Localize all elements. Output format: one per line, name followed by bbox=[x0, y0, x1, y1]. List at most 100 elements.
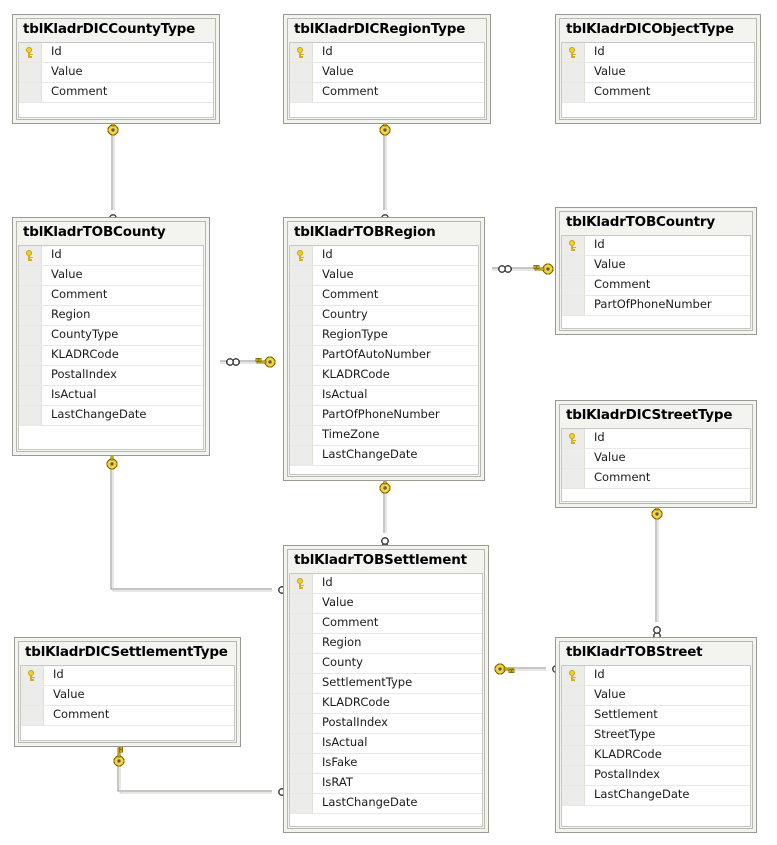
field-row[interactable]: Id bbox=[19, 245, 203, 266]
table-tblKladrDICSettlementType[interactable]: tblKladrDICSettlementType Id Value Comment bbox=[14, 637, 241, 747]
field-row[interactable]: LastChangeDate bbox=[19, 405, 203, 426]
field-row[interactable]: Comment bbox=[562, 468, 750, 489]
primary-key-gutter bbox=[562, 235, 585, 255]
field-row[interactable]: PostalIndex bbox=[19, 365, 203, 386]
field-row[interactable]: Comment bbox=[290, 613, 482, 634]
field-list: Id Value Comment bbox=[289, 41, 485, 118]
field-row[interactable]: PartOfPhoneNumber bbox=[290, 405, 478, 426]
field-row[interactable]: KLADRCode bbox=[290, 365, 478, 386]
field-row[interactable]: Id bbox=[290, 245, 478, 266]
field-row[interactable]: Value bbox=[290, 265, 478, 286]
field-row[interactable]: PostalIndex bbox=[290, 713, 482, 734]
field-row-empty[interactable] bbox=[19, 102, 213, 118]
field-row[interactable]: PostalIndex bbox=[562, 765, 750, 786]
relationship-regiontype-region[interactable] bbox=[379, 115, 391, 228]
field-row[interactable]: Value bbox=[19, 62, 213, 83]
table-tblKladrTOBStreet[interactable]: tblKladrTOBStreet Id Value Settlement Street… bbox=[555, 637, 757, 833]
field-row[interactable]: Id bbox=[19, 42, 213, 63]
field-name: KLADRCode bbox=[594, 747, 662, 762]
table-tblKladrDICCountyType[interactable]: tblKladrDICCountyType Id Value Comment bbox=[12, 14, 220, 124]
field-row[interactable]: Value bbox=[562, 685, 750, 706]
field-row[interactable]: Id bbox=[21, 665, 234, 686]
field-row[interactable]: KLADRCode bbox=[290, 693, 482, 714]
field-row[interactable]: KLADRCode bbox=[19, 345, 203, 366]
field-row[interactable]: LastChangeDate bbox=[290, 793, 482, 814]
field-row[interactable]: Comment bbox=[19, 82, 213, 103]
field-row-empty[interactable] bbox=[290, 465, 478, 475]
field-row[interactable]: Id bbox=[562, 428, 750, 449]
table-body: tblKladrDICSettlementType Id Value Comment bbox=[18, 641, 237, 743]
relationship-countytype-county[interactable] bbox=[107, 115, 119, 228]
field-row[interactable]: PartOfAutoNumber bbox=[290, 345, 478, 366]
relationship-region-county[interactable] bbox=[220, 356, 276, 368]
table-title: tblKladrTOBCounty bbox=[23, 224, 166, 240]
field-row[interactable]: Value bbox=[21, 685, 234, 706]
field-row[interactable]: Value bbox=[562, 448, 750, 469]
field-row[interactable]: Id bbox=[562, 42, 754, 63]
table-tblKladrDICRegionType[interactable]: tblKladrDICRegionType Id Value Comment bbox=[283, 14, 491, 124]
relationship-county-settlement[interactable] bbox=[106, 449, 292, 594]
field-row[interactable]: RegionType bbox=[290, 325, 478, 346]
field-row-empty[interactable] bbox=[290, 102, 484, 118]
field-row[interactable]: IsFake bbox=[290, 753, 482, 774]
field-row[interactable]: Country bbox=[290, 305, 478, 326]
key-icon bbox=[568, 669, 579, 681]
field-gutter bbox=[290, 673, 313, 693]
field-row[interactable]: Value bbox=[562, 62, 754, 83]
field-row[interactable]: Comment bbox=[562, 82, 754, 103]
field-name: LastChangeDate bbox=[594, 787, 690, 802]
table-tblKladrDICObjectType[interactable]: tblKladrDICObjectType Id Value Comment bbox=[555, 14, 761, 124]
field-name: RegionType bbox=[322, 327, 388, 342]
table-tblKladrTOBSettlement[interactable]: tblKladrTOBSettlement Id Value Comment Regio… bbox=[283, 545, 489, 833]
field-row[interactable]: KLADRCode bbox=[562, 745, 750, 766]
relationship-region-settlement[interactable] bbox=[379, 473, 391, 551]
field-row[interactable]: Id bbox=[562, 665, 750, 686]
field-row[interactable]: SettlementType bbox=[290, 673, 482, 694]
field-row[interactable]: StreetType bbox=[562, 725, 750, 746]
field-name: Id bbox=[51, 247, 62, 262]
field-row[interactable]: Region bbox=[19, 305, 203, 326]
field-row-empty[interactable] bbox=[562, 488, 750, 502]
relationship-streettype-street[interactable] bbox=[651, 499, 663, 640]
field-row[interactable]: CountyType bbox=[19, 325, 203, 346]
field-row[interactable]: Id bbox=[290, 42, 484, 63]
table-tblKladrTOBCountry[interactable]: tblKladrTOBCountry Id Value Comment PartOfPh… bbox=[555, 207, 757, 335]
field-row[interactable]: Settlement bbox=[562, 705, 750, 726]
field-row[interactable]: Comment bbox=[290, 82, 484, 103]
field-row[interactable]: LastChangeDate bbox=[562, 785, 750, 806]
field-row[interactable]: PartOfPhoneNumber bbox=[562, 295, 750, 316]
table-tblKladrTOBCounty[interactable]: tblKladrTOBCounty Id Value Comment Region Cou… bbox=[12, 217, 210, 456]
field-row-empty[interactable] bbox=[21, 725, 234, 741]
table-tblKladrTOBRegion[interactable]: tblKladrTOBRegion Id Value Comment Country Re… bbox=[283, 217, 485, 481]
primary-key-gutter bbox=[562, 42, 585, 62]
field-row[interactable]: Id bbox=[562, 235, 750, 256]
relationship-settlementtype-settlement[interactable] bbox=[113, 746, 292, 796]
field-row-empty[interactable] bbox=[562, 102, 754, 118]
field-row[interactable]: IsActual bbox=[19, 385, 203, 406]
field-row-empty[interactable] bbox=[290, 813, 482, 827]
field-row[interactable]: Comment bbox=[562, 275, 750, 296]
field-row-empty[interactable] bbox=[19, 425, 203, 446]
field-row[interactable]: Comment bbox=[290, 285, 478, 306]
field-name: TimeZone bbox=[322, 427, 380, 442]
field-row[interactable]: Value bbox=[290, 593, 482, 614]
field-row[interactable]: Comment bbox=[19, 285, 203, 306]
field-row[interactable]: Value bbox=[290, 62, 484, 83]
field-row[interactable]: TimeZone bbox=[290, 425, 478, 446]
field-row[interactable]: Value bbox=[562, 255, 750, 276]
table-tblKladrDICStreetType[interactable]: tblKladrDICStreetType Id Value Comment bbox=[555, 400, 757, 508]
relationship-country-region[interactable] bbox=[492, 263, 554, 275]
field-row[interactable]: IsActual bbox=[290, 385, 478, 406]
field-row[interactable]: County bbox=[290, 653, 482, 674]
field-row-empty[interactable] bbox=[562, 315, 750, 329]
field-row[interactable]: Comment bbox=[21, 705, 234, 726]
field-row[interactable]: IsRAT bbox=[290, 773, 482, 794]
field-row-empty[interactable] bbox=[562, 805, 750, 826]
field-row[interactable]: Value bbox=[19, 265, 203, 286]
field-row[interactable]: LastChangeDate bbox=[290, 445, 478, 466]
field-row[interactable]: Id bbox=[290, 573, 482, 594]
field-name: KLADRCode bbox=[51, 347, 119, 362]
field-name: IsActual bbox=[322, 735, 368, 750]
field-row[interactable]: Region bbox=[290, 633, 482, 654]
field-row[interactable]: IsActual bbox=[290, 733, 482, 754]
